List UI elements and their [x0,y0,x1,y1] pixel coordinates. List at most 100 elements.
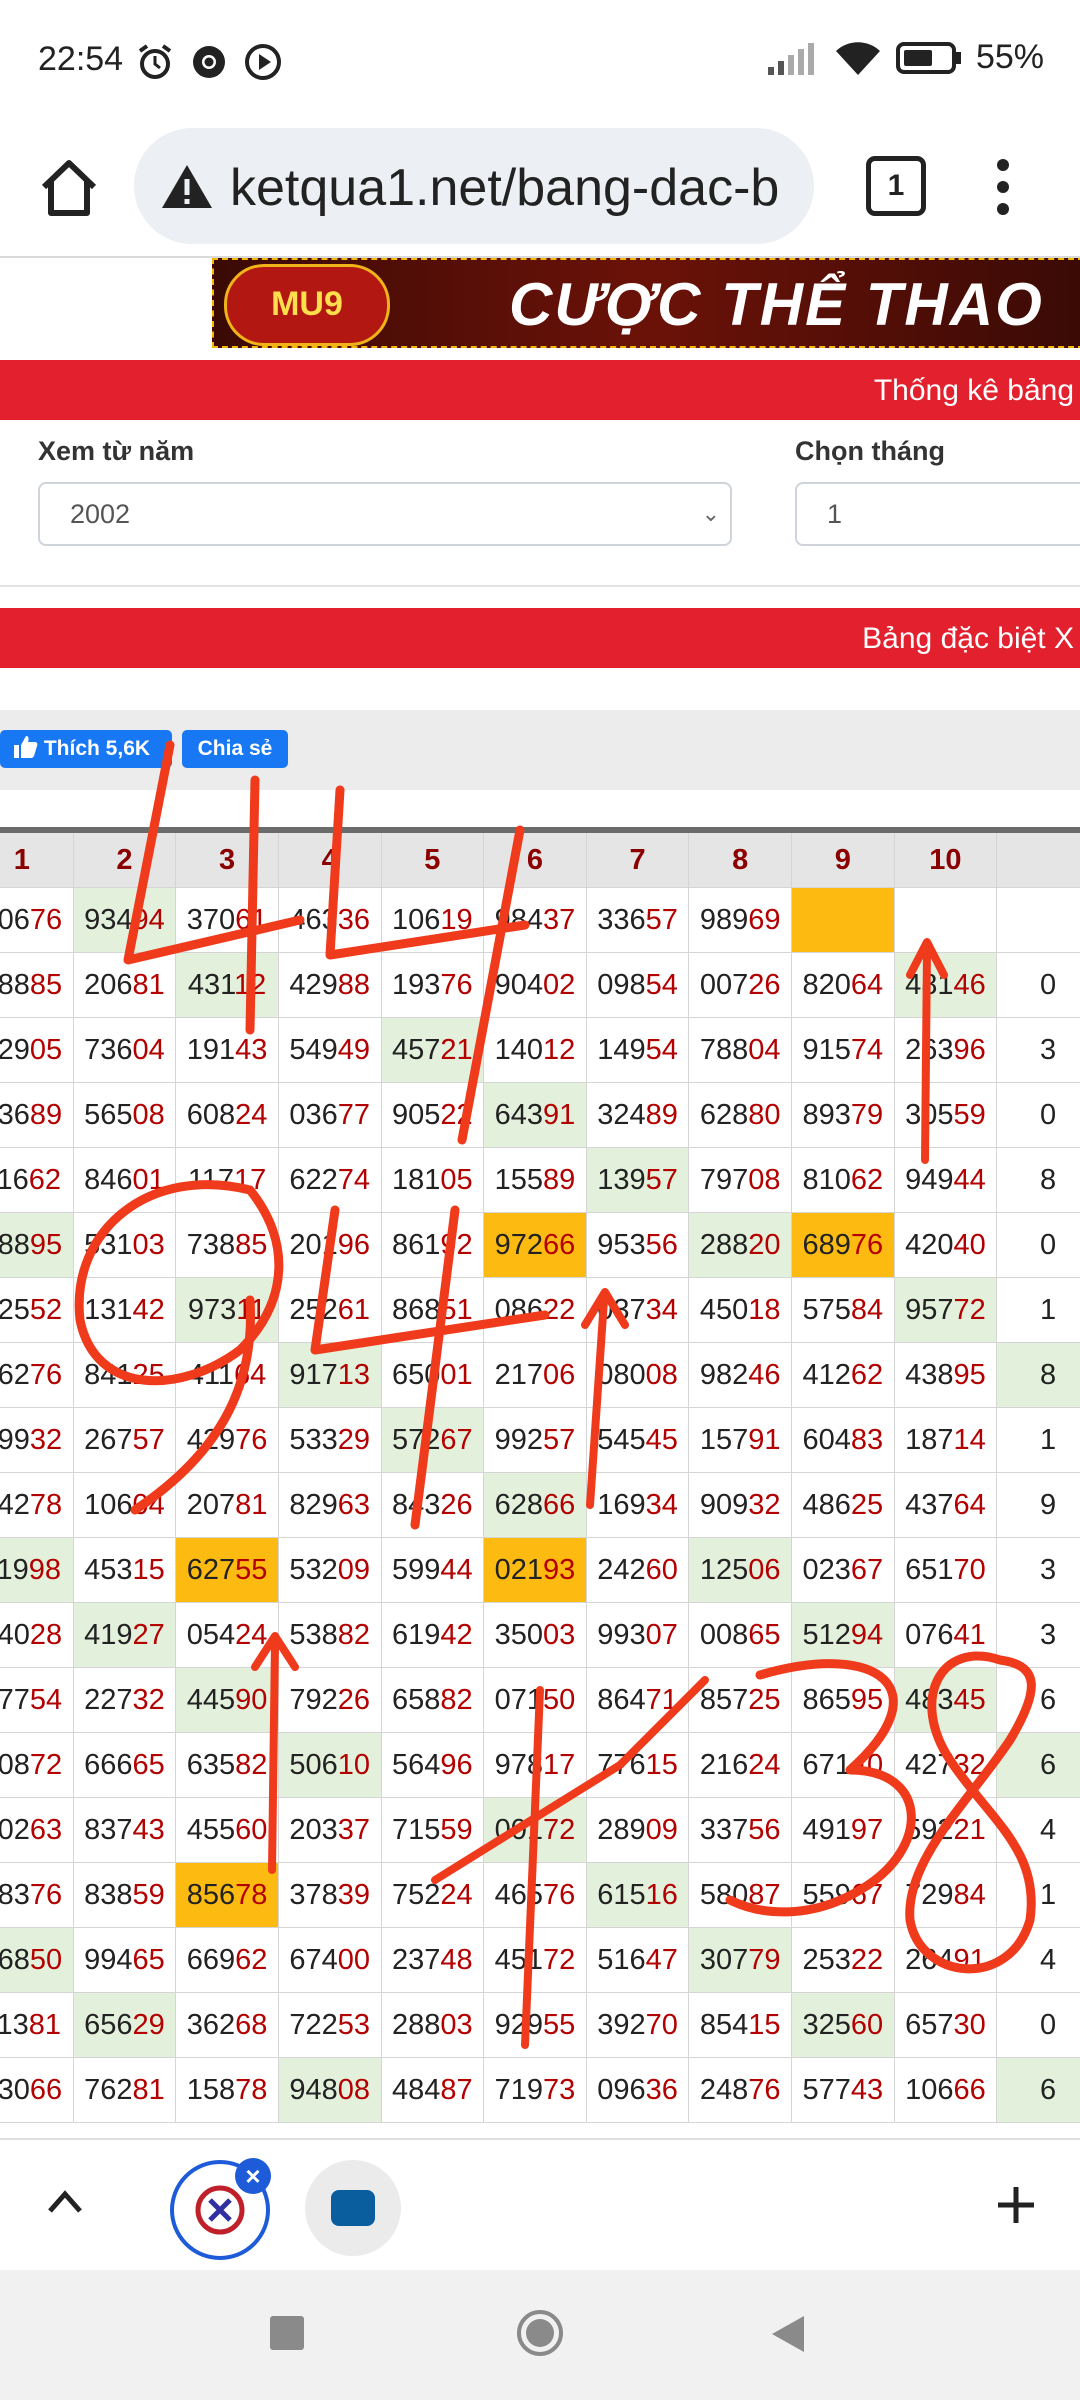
cell-last-two-digits: 02 [543,968,576,1001]
cell-prefix: 181 [391,1163,441,1196]
table-cell: 28820 [688,1212,792,1278]
table-cell: 73604 [72,1017,177,1083]
table-cell: 44028 [0,1602,74,1668]
column-header: 6 [483,827,587,888]
warning-icon[interactable] [160,162,214,210]
table-cell: 07150 [483,1667,587,1733]
facebook-share-button[interactable]: Chia sẻ [182,730,288,768]
tab-thumbnail[interactable] [305,2160,401,2256]
table-cell: 51294 [791,1602,895,1668]
column-header: 5 [380,827,485,888]
cell-prefix: 909 [699,1488,749,1521]
cell-prefix: 248 [699,2073,749,2106]
table-cell: 56496 [380,1732,485,1798]
table-cell: 30779 [688,1927,792,1993]
facebook-like-button[interactable]: Thích 5,6K [0,730,172,768]
cell-prefix: 217 [494,1358,543,1391]
cell-prefix: 628 [699,1098,749,1131]
table-cell: 09854 [585,952,690,1018]
table-cell: 59221 [893,1797,998,1863]
cell-prefix: 669 [186,1943,236,1976]
cell-last-two-digits: 79 [850,1098,884,1131]
cell-last-two-digits: 15 [645,1748,678,1781]
home-icon[interactable] [36,155,102,221]
table-cell: 86595 [791,1667,895,1733]
cell-last-two-digits: 46 [748,1358,781,1391]
tab-strip: × [0,2138,1080,2272]
cell-last-two-digits: 60 [235,1813,268,1846]
cell-prefix: 572 [391,1423,441,1456]
cell-prefix: 429 [289,968,338,1001]
cell-last-two-digits: 27 [132,1618,165,1651]
cell-prefix: 252 [289,1293,338,1326]
cell-prefix: 229 [0,1033,30,1066]
cell-last-two-digits: 78 [235,2073,268,2106]
cell-prefix: 242 [597,1553,646,1586]
cell-last-two-digits: 59 [440,1813,473,1846]
table-cell: 77615 [585,1732,690,1798]
table-cell: 45315 [72,1537,177,1603]
chevron-up-icon[interactable] [45,2186,85,2216]
cell-last-two-digits: 45 [953,1683,986,1716]
month-select[interactable]: 1 [795,482,1080,546]
table-cell: 0 [996,952,1080,1018]
cell-last-two-digits: 62 [850,1163,884,1196]
recents-button[interactable] [270,2316,304,2350]
cell-prefix: 191 [186,1033,236,1066]
back-button[interactable] [770,2314,806,2354]
cell-prefix: 689 [802,1228,851,1261]
table-cell: 49197 [791,1797,895,1863]
cell-prefix: 125 [699,1553,749,1586]
table-cell: 84326 [380,1472,485,1538]
table-cell: 98969 [688,887,792,953]
cell-last-two-digits: 82 [235,1748,268,1781]
cell-prefix: 187 [905,1423,954,1456]
cell-last-two-digits: 18 [748,1293,781,1326]
cell-last-two-digits: 76 [440,968,473,1001]
cell-prefix: 305 [905,1098,954,1131]
address-bar[interactable]: ketqua1.net/bang-dac-b [134,128,814,244]
table-cell: 79226 [277,1667,382,1733]
tab-switcher-button[interactable]: 1 [866,156,926,216]
browser-toolbar: ketqua1.net/bang-dac-b 1 [0,120,1080,255]
more-menu-icon[interactable] [995,155,1011,219]
section-header-stats-text: Thống kê bảng [873,374,1074,407]
close-tab-icon[interactable]: × [235,2158,271,2194]
table-cell: 99257 [483,1407,587,1473]
cell-prefix: 738 [186,1228,236,1261]
cell-prefix: 622 [289,1163,338,1196]
table-cell: 42732 [893,1732,998,1798]
cell-last-two-digits: 96 [440,1748,473,1781]
cell-last-two-digits: 15 [748,2008,781,2041]
cell-prefix: 864 [597,1683,646,1716]
year-select[interactable]: 2002 ⌄ [38,482,732,546]
cell-last-two-digits: 55 [235,1553,268,1586]
cell-prefix: 762 [84,2073,133,2106]
table-cell: 37061 [175,887,279,953]
cell-prefix: 288 [391,2008,441,2041]
battery-percent: 55% [975,38,1044,76]
cell-last-two-digits: 25 [748,1683,781,1716]
table-cell: 33689 [0,1082,74,1148]
home-button[interactable] [515,2308,565,2358]
cell-prefix: 324 [597,1098,646,1131]
ad-banner[interactable]: MU9 CƯỢC THỂ THAO [212,258,1080,348]
cell-last-two-digits: 42 [440,1618,473,1651]
table-cell: 41262 [791,1342,895,1408]
cell-last-two-digits: 40 [953,1228,986,1261]
table-cell: 42988 [277,952,382,1018]
cell-last-two-digits: 01 [440,1358,473,1391]
cell-prefix: 982 [699,1358,749,1391]
table-row: 3368956508608240367790522643913248962880… [0,1082,1080,1148]
url-text[interactable]: ketqua1.net/bang-dac-b [230,158,800,218]
table-cell: 12506 [688,1537,792,1603]
cell-prefix: 512 [802,1618,851,1651]
plus-icon[interactable] [995,2184,1037,2226]
cell-prefix: 155 [494,1163,543,1196]
table-cell: 46336 [277,887,382,953]
table-cell: 13957 [585,1147,690,1213]
cell-prefix: 608 [186,1098,236,1131]
cell-prefix: 445 [186,1683,236,1716]
cell-last-two-digits: 08 [748,1163,781,1196]
table-cell: 02193 [483,1537,587,1603]
